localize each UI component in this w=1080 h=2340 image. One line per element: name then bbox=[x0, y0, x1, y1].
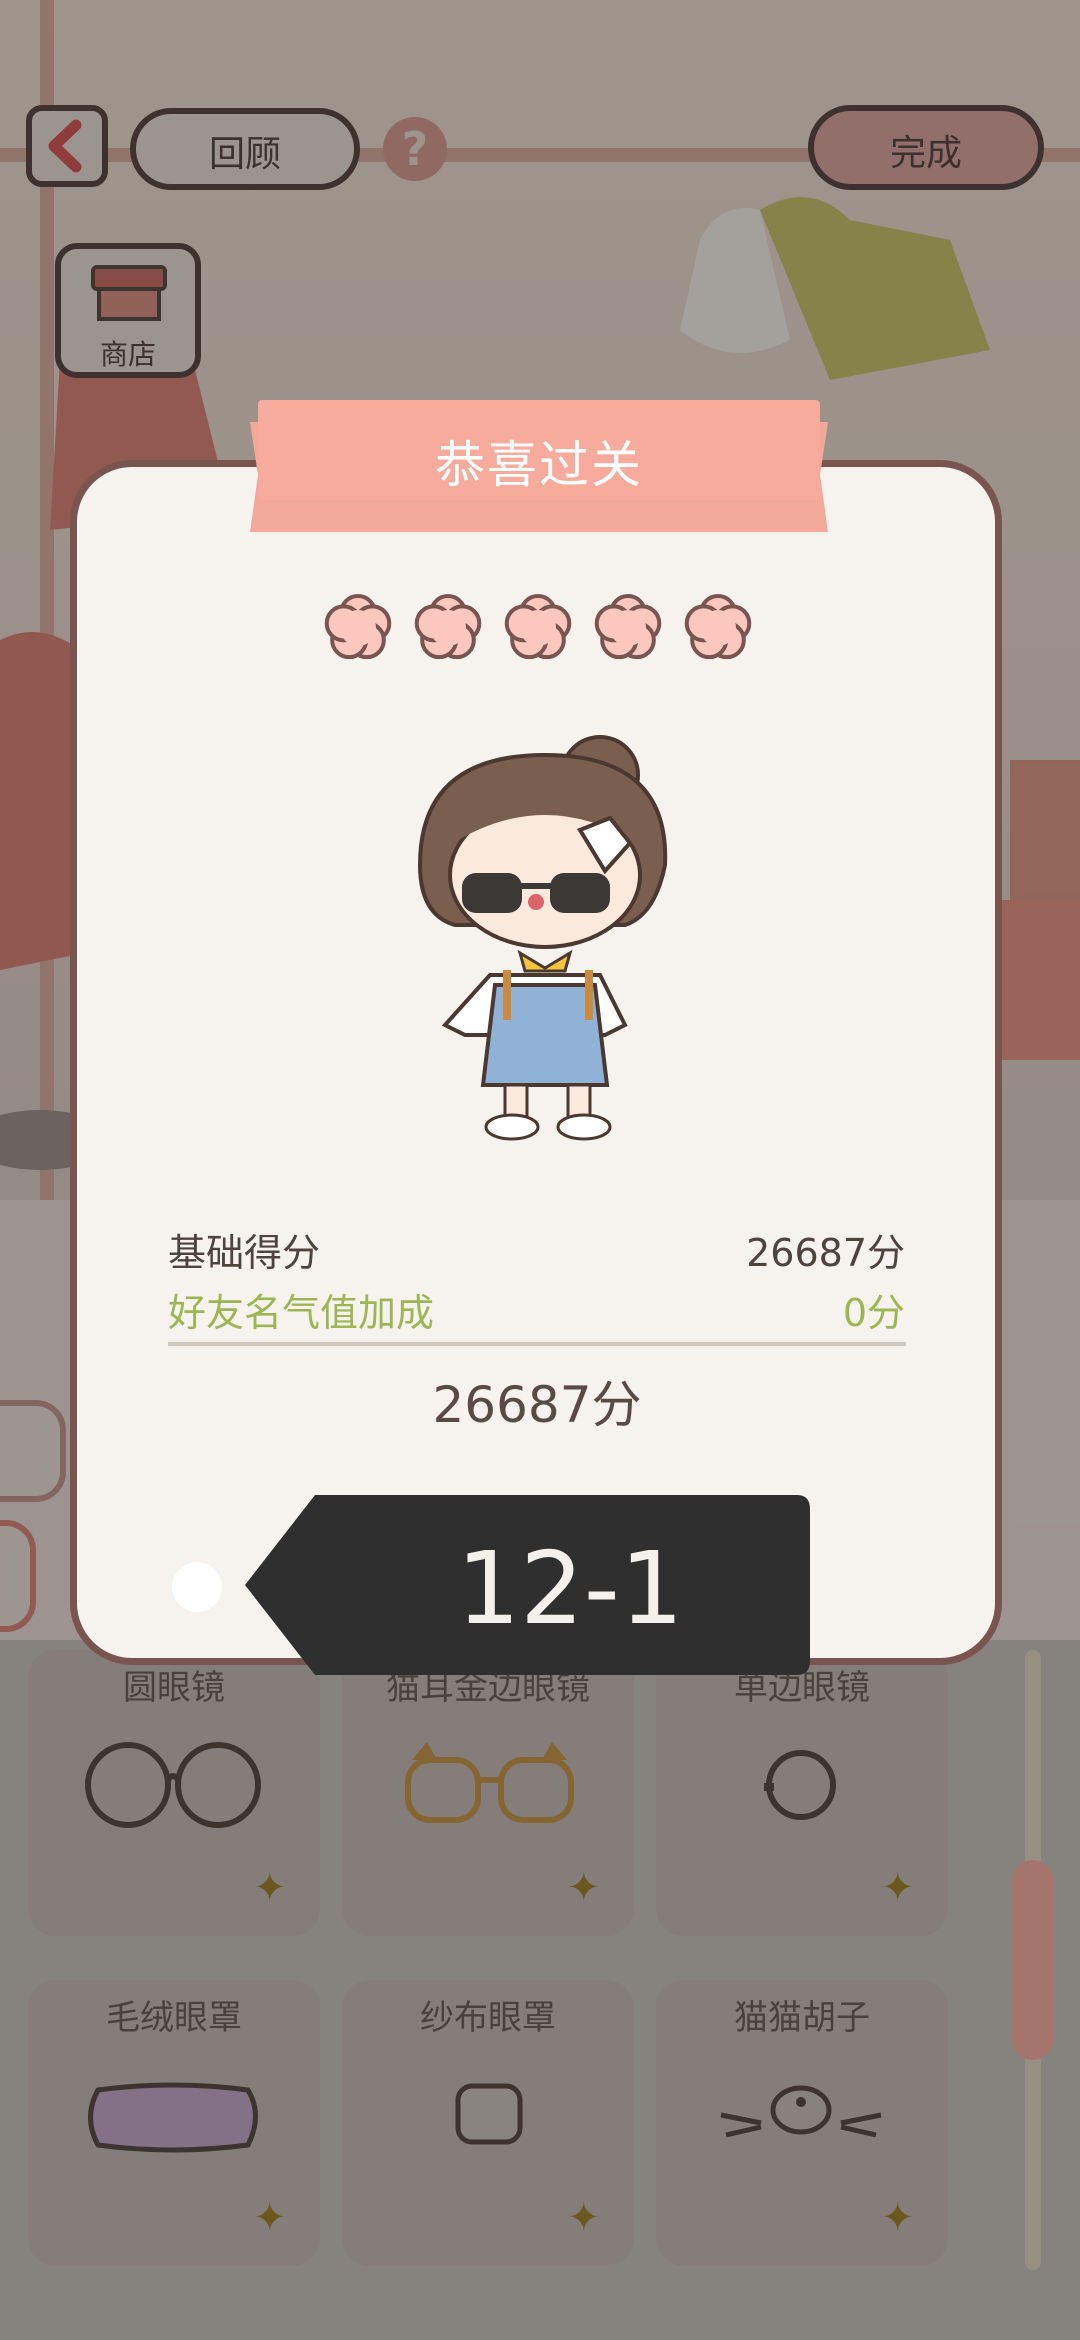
total-score: 26687分 bbox=[432, 1376, 642, 1434]
star-rating bbox=[324, 594, 752, 660]
friend-bonus-value: 0分 bbox=[842, 1291, 905, 1335]
star-flower-icon bbox=[324, 594, 392, 660]
star-flower-icon bbox=[414, 594, 482, 660]
character-avatar bbox=[417, 735, 668, 1141]
tag-hole-dot bbox=[172, 1562, 222, 1612]
dialog-title: 恭喜过关 bbox=[435, 436, 643, 494]
level-number: 12-1 bbox=[456, 1530, 684, 1647]
star-flower-icon bbox=[594, 594, 662, 660]
score-divider bbox=[168, 1342, 906, 1346]
star-flower-icon bbox=[684, 594, 752, 660]
star-flower-icon bbox=[504, 594, 572, 660]
base-score-label: 基础得分 bbox=[168, 1231, 321, 1275]
friend-bonus-label: 好友名气值加成 bbox=[168, 1291, 435, 1335]
base-score-value: 26687分 bbox=[746, 1231, 905, 1275]
